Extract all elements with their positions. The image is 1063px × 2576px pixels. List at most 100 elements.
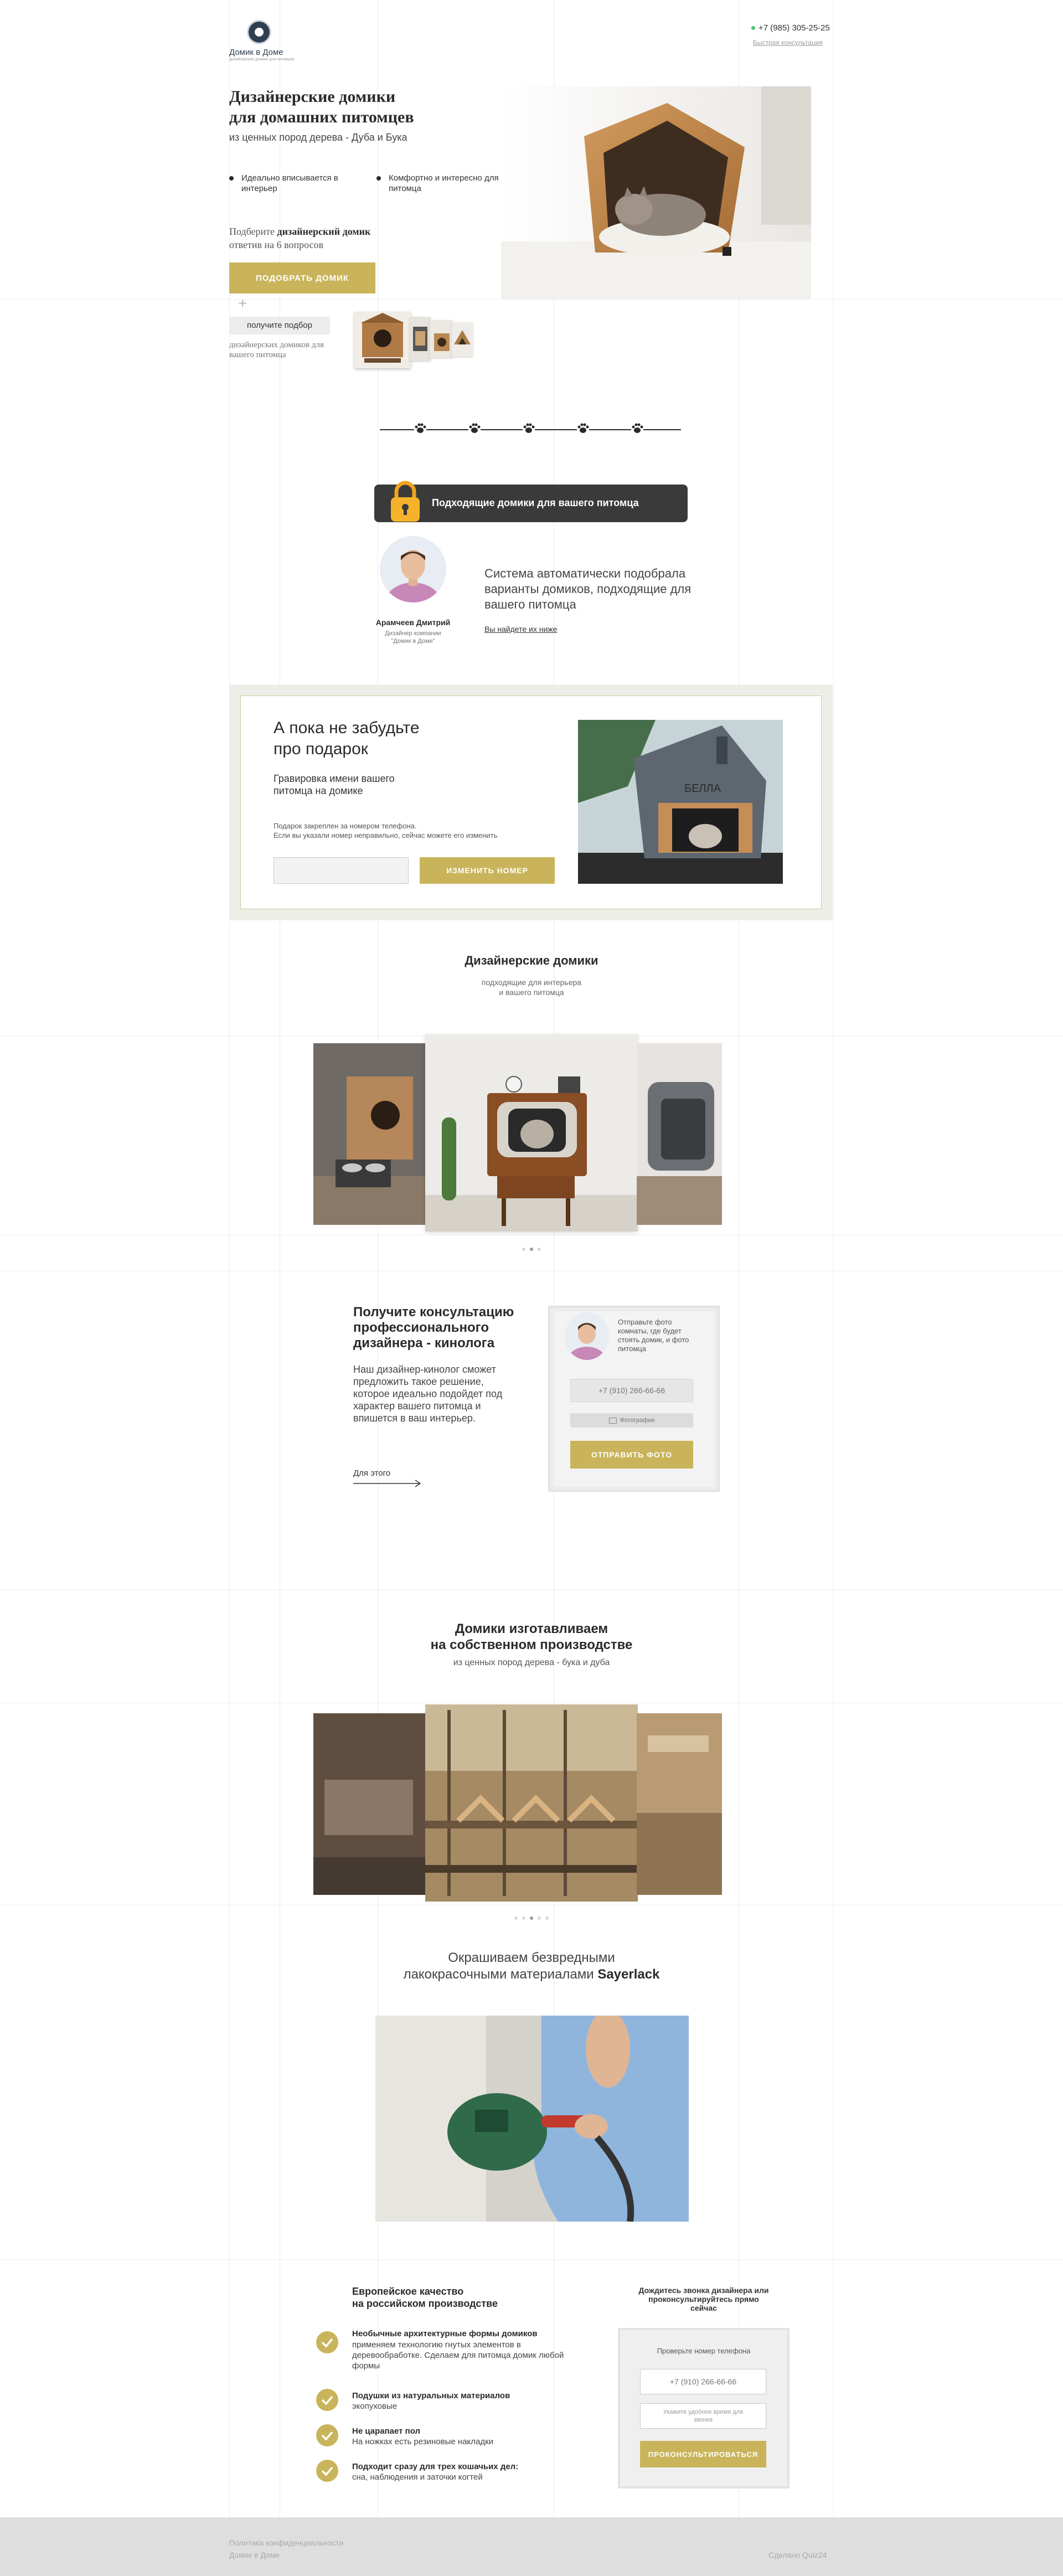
result-banner-text: Подходящие домики для вашего питомца: [432, 497, 639, 508]
gift-title-2: про подарок: [274, 740, 368, 758]
quality-item-3-text: На ножках есть резиновые накладки: [352, 2437, 494, 2446]
arrow-right-icon: [353, 1480, 422, 1487]
production-dots[interactable]: [0, 1913, 1063, 1923]
carousel-dots[interactable]: [0, 1244, 1063, 1254]
designer-houses-title: Дизайнерские домики: [465, 954, 598, 967]
consult-title-3: дизайнера - кинолога: [353, 1336, 495, 1351]
paint-title-2: лакокрасочными материалами Sayerlack: [403, 1967, 660, 1982]
house-thumb-3[interactable]: [430, 320, 453, 358]
change-number-button[interactable]: ИЗМЕНИТЬ НОМЕР: [420, 857, 555, 884]
plus-icon: +: [238, 295, 247, 312]
designer-houses-sub-2: и вашего питомца: [499, 988, 564, 997]
privacy-link[interactable]: Политика конфиденциальности: [229, 2538, 344, 2547]
hero-feature-1: Идеально вписывается в интерьер: [241, 173, 338, 193]
carousel-slide-prev[interactable]: [313, 1043, 426, 1225]
consult-phone-input[interactable]: [570, 1379, 693, 1402]
paw-icon: [631, 423, 643, 434]
designer-avatar: [380, 536, 446, 602]
bullet-icon: [376, 176, 381, 181]
system-text: Система автоматически подобрала варианты…: [484, 566, 692, 611]
quality-item-1-text: применяем технологию гнутых элементов в …: [352, 2340, 564, 2371]
image-icon: [608, 1417, 617, 1424]
check-icon: [316, 2424, 338, 2446]
consult-avatar: [565, 1312, 609, 1360]
house-thumb-4[interactable]: [452, 322, 473, 357]
logo[interactable]: [247, 20, 280, 44]
consult-link[interactable]: Для этого: [353, 1469, 390, 1478]
header-phone[interactable]: +7 (985) 305-25-25: [758, 23, 830, 33]
footer-brand: Домик в Доме: [229, 2551, 280, 2559]
house-thumb-2[interactable]: [410, 317, 431, 361]
gift-note-1: Подарок закреплен за номером телефона.: [274, 822, 417, 830]
production-title-1: Домики изготавливаем: [455, 1621, 608, 1636]
send-photo-button[interactable]: ОТПРАВИТЬ ФОТО: [570, 1441, 693, 1469]
check-icon: [316, 2331, 338, 2353]
find-below-link[interactable]: Вы найдете их ниже: [484, 625, 557, 633]
logo-name: Домик в Доме: [229, 48, 283, 57]
quality-title-1: Европейское качество: [352, 2286, 464, 2297]
quality-item-2-bold: Подушки из натуральных материалов: [352, 2391, 510, 2400]
production-slide-current[interactable]: [425, 1704, 638, 1902]
gift-house-photo: БЕЛЛА: [578, 720, 783, 884]
house-name-engraving: БЕЛЛА: [684, 782, 721, 795]
gift-subtitle-2: питомца на домике: [274, 785, 363, 796]
pick-house-button[interactable]: ПОДОБРАТЬ ДОМИК: [229, 262, 375, 293]
consult-title-1: Получите консультацию: [353, 1305, 514, 1320]
lock-icon: [388, 480, 423, 524]
house-thumb-1[interactable]: [354, 312, 411, 368]
quality-item-4-text: сна, наблюдения и заточки когтей: [352, 2472, 483, 2482]
production-slide-prev[interactable]: [313, 1713, 426, 1895]
phone-status-dot-icon: [751, 26, 755, 30]
callback-form-title: Дождитесь звонка дизайнера или проконсул…: [638, 2286, 769, 2312]
quiz-prompt: Подберите дизайнерский домик: [229, 226, 371, 237]
footer: [0, 2517, 1063, 2576]
quiz-prompt-line2: ответив на 6 вопросов: [229, 239, 324, 250]
callback-form-label: Проверьте номер телефона: [657, 2347, 751, 2355]
check-icon: [316, 2389, 338, 2411]
designer-role-2: "Домик в Доме": [391, 638, 435, 645]
production-subtitle: из ценных пород дерева - бука и дуба: [453, 1658, 610, 1667]
production-title-2: на собственном производстве: [430, 1637, 633, 1652]
consult-title-2: профессионального: [353, 1320, 489, 1335]
consult-now-button[interactable]: ПРОКОНСУЛЬТИРОВАТЬСЯ: [640, 2441, 766, 2467]
designer-name: Арамчеев Дмитрий: [375, 618, 451, 627]
callback-link[interactable]: Быстрая консультация: [753, 39, 823, 47]
hero-feature-2: Комфортно и интересно для питомца: [389, 173, 499, 193]
callback-time-input[interactable]: Укажите удобное время для звонка: [640, 2403, 766, 2429]
carousel-slide-current[interactable]: [425, 1034, 638, 1232]
designer-role-1: Дизайнер компании: [385, 630, 441, 637]
selection-note: дизайнерских домиков для вашего питомца: [229, 341, 324, 359]
bullet-icon: [229, 176, 234, 181]
gift-note-2: Если вы указали номер неправильно, сейча…: [274, 831, 498, 839]
gift-subtitle-1: Гравировка имени вашего: [274, 773, 395, 784]
check-icon: [316, 2460, 338, 2482]
paw-icon: [414, 423, 426, 434]
made-by-link[interactable]: Сделано Quiz24: [768, 2551, 827, 2559]
hero-house-photo: [501, 86, 811, 299]
designer-houses-sub-1: подходящие для интерьера: [481, 978, 582, 987]
logo-mark-icon: [247, 20, 271, 44]
hero-subtitle: из ценных пород дерева - Дуба и Бука: [229, 132, 407, 143]
logo-tagline: дизайнерские домики для питомцев: [229, 58, 295, 61]
carousel-slide-next[interactable]: [637, 1043, 722, 1225]
paint-photo: [375, 2016, 689, 2222]
consult-card-text: Отправьте фото комнаты, где будет стоять…: [618, 1318, 689, 1353]
paw-icon: [523, 423, 535, 434]
get-selection-chip: получите подбор: [229, 317, 330, 334]
production-slide-next[interactable]: [637, 1713, 722, 1895]
quality-item-3-bold: Не царапает пол: [352, 2426, 421, 2436]
hero-title-line1: Дизайнерские домики: [229, 87, 396, 106]
paint-title-1: Окрашиваем безвредными: [448, 1950, 615, 1965]
quality-item-4-bold: Подходит сразу для трех кошачьих дел:: [352, 2462, 519, 2471]
paw-icon: [577, 423, 589, 434]
quality-title-2: на российском производстве: [352, 2298, 498, 2309]
quality-item-1-bold: Необычные архитектурные формы домиков: [352, 2329, 538, 2338]
gift-phone-input[interactable]: [274, 857, 409, 884]
hero-title-line2: для домашних питомцев: [229, 108, 414, 126]
quality-item-2-text: экопуховые: [352, 2402, 398, 2411]
consult-text: Наш дизайнер-кинолог сможет предложить т…: [353, 1364, 503, 1424]
paw-icon: [468, 423, 481, 434]
photo-upload-button[interactable]: Фотографии: [570, 1413, 693, 1428]
gift-title-1: А пока не забудьте: [274, 719, 420, 737]
callback-phone-input[interactable]: [640, 2369, 766, 2394]
